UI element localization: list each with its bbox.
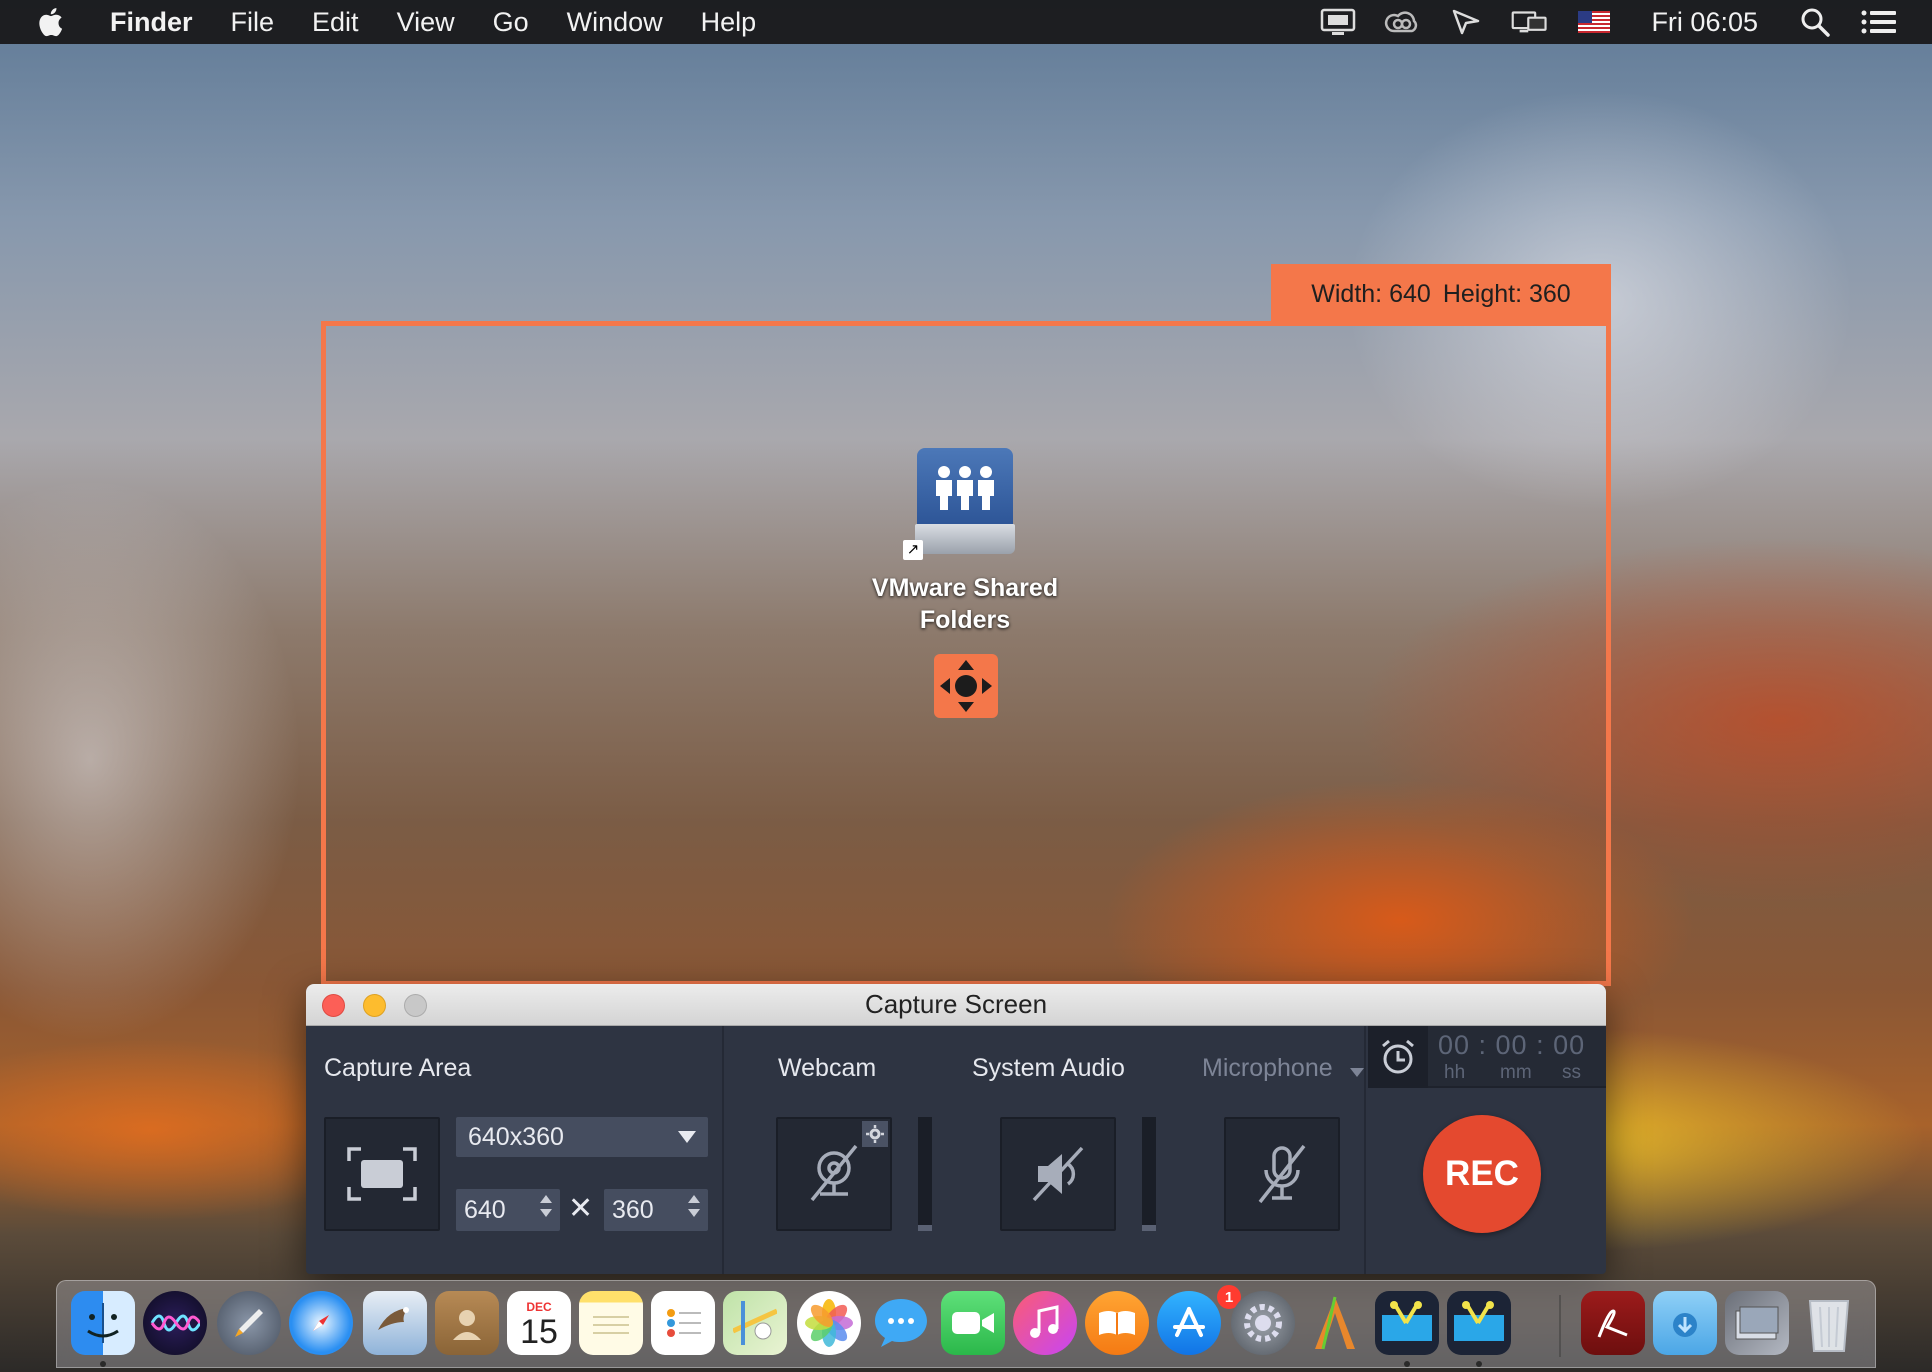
system-preferences-icon[interactable]	[1231, 1291, 1295, 1355]
video-editor-icon[interactable]	[1375, 1291, 1439, 1355]
times-symbol: ✕	[568, 1192, 594, 1225]
menu-help[interactable]: Help	[701, 7, 757, 38]
contacts-icon[interactable]	[435, 1291, 499, 1355]
trash-icon[interactable]	[1797, 1291, 1861, 1355]
calendar-icon[interactable]: DEC 15	[507, 1291, 571, 1355]
maps-icon[interactable]	[723, 1291, 787, 1355]
system-audio-toggle-button[interactable]	[1000, 1117, 1116, 1231]
downloads-folder-icon[interactable]	[1653, 1291, 1717, 1355]
webcam-label: Webcam	[778, 1054, 877, 1082]
window-zoom-button[interactable]	[404, 994, 427, 1017]
width-stepper[interactable]: 640	[456, 1189, 560, 1231]
webcam-settings-gear-icon[interactable]	[862, 1121, 888, 1147]
window-close-button[interactable]	[322, 994, 345, 1017]
timer-display: 00 : 00 : 00 hh mm ss	[1368, 1026, 1606, 1088]
stepper-arrows-icon[interactable]	[688, 1195, 700, 1225]
menu-go[interactable]: Go	[493, 7, 529, 38]
capture-screen-window: Capture Screen Capture Area 640x360 640 …	[306, 984, 1606, 1274]
menu-edit[interactable]: Edit	[312, 7, 359, 38]
rec-button[interactable]: REC	[1423, 1115, 1541, 1233]
webcam-toggle-button[interactable]	[776, 1117, 892, 1231]
app-store-icon[interactable]	[1157, 1291, 1221, 1355]
stack-icon[interactable]	[1447, 7, 1485, 37]
messages-icon[interactable]	[869, 1291, 933, 1355]
calendar-day: 15	[520, 1313, 558, 1351]
menu-window[interactable]: Window	[567, 7, 663, 38]
photos-icon[interactable]	[797, 1291, 861, 1355]
calendar-month: DEC	[526, 1300, 552, 1314]
video-editor-2-running-indicator	[1476, 1361, 1482, 1367]
itunes-icon[interactable]	[1013, 1291, 1077, 1355]
safari-icon[interactable]	[289, 1291, 353, 1355]
timer-unit-seconds: ss	[1562, 1062, 1581, 1083]
height-value: 360	[1528, 279, 1571, 308]
select-area-icon	[347, 1147, 417, 1201]
capture-preset-value: 640x360	[468, 1122, 564, 1151]
capture-preset-select[interactable]: 640x360	[456, 1117, 708, 1157]
window-title: Capture Screen	[864, 989, 1048, 1019]
search-icon[interactable]	[1796, 7, 1834, 37]
menu-bar: Finder File Edit View Go Window Help Fri…	[0, 0, 1932, 44]
ibooks-icon[interactable]	[1085, 1291, 1149, 1355]
alarm-clock-icon	[1382, 1039, 1414, 1074]
screen-share-icon[interactable]	[1511, 7, 1549, 37]
height-stepper[interactable]: 360	[604, 1189, 708, 1231]
height-stepper-value: 360	[612, 1195, 654, 1224]
schedule-timer-button[interactable]	[1368, 1026, 1428, 1088]
display-mirror-icon[interactable]	[1319, 7, 1357, 37]
microphone-label[interactable]: Microphone	[1202, 1054, 1333, 1083]
sources-panel: Webcam System Audio Microphone	[726, 1026, 1366, 1274]
screenshots-stack-icon[interactable]	[1725, 1291, 1789, 1355]
microphone-muted-icon	[1258, 1144, 1306, 1204]
menu-file[interactable]: File	[231, 7, 275, 38]
height-label: Height:	[1442, 279, 1523, 308]
facetime-icon[interactable]	[941, 1291, 1005, 1355]
microphone-level-meter	[1142, 1117, 1156, 1231]
stepper-arrows-icon[interactable]	[540, 1195, 552, 1225]
mail-icon[interactable]	[363, 1291, 427, 1355]
reminders-icon[interactable]	[651, 1291, 715, 1355]
video-editor-2-icon[interactable]	[1447, 1291, 1511, 1355]
timer-digits: 00 : 00 : 00	[1438, 1030, 1586, 1060]
microphone-toggle-button[interactable]	[1224, 1117, 1340, 1231]
video-editor-running-indicator	[1404, 1361, 1410, 1367]
dimension-badge: Width: 640 Height: 360	[1271, 264, 1611, 324]
apple-menu-icon[interactable]	[38, 6, 82, 38]
system-audio-level-meter	[918, 1117, 932, 1231]
launchpad-icon[interactable]	[217, 1291, 281, 1355]
instruments-icon[interactable]	[1303, 1291, 1367, 1355]
capture-area-panel: Capture Area 640x360 640 ✕ 360	[306, 1026, 724, 1274]
menu-view[interactable]: View	[397, 7, 455, 38]
list-icon[interactable]	[1860, 7, 1898, 37]
width-label: Width:	[1311, 279, 1383, 308]
us-flag-icon[interactable]	[1575, 7, 1613, 37]
creative-cloud-icon[interactable]	[1383, 7, 1421, 37]
timer-unit-minutes: mm	[1500, 1062, 1532, 1083]
webcam-off-icon	[810, 1144, 858, 1202]
speaker-muted-icon	[1032, 1146, 1084, 1202]
menu-clock[interactable]: Fri 06:05	[1651, 7, 1758, 38]
record-panel: 00 : 00 : 00 hh mm ss REC	[1368, 1026, 1606, 1274]
dropdown-arrow-icon	[678, 1131, 696, 1143]
width-value: 640	[1389, 279, 1431, 308]
system-audio-label: System Audio	[972, 1054, 1125, 1082]
timer-unit-hours: hh	[1444, 1062, 1466, 1083]
width-stepper-value: 640	[464, 1195, 506, 1224]
window-titlebar[interactable]: Capture Screen	[306, 984, 1606, 1026]
siri-icon[interactable]	[143, 1291, 207, 1355]
capture-area-label: Capture Area	[324, 1054, 472, 1082]
finder-icon[interactable]	[71, 1291, 135, 1355]
finder-running-indicator	[100, 1361, 106, 1367]
pdf-reader-icon[interactable]	[1581, 1291, 1645, 1355]
microphone-dropdown-arrow-icon[interactable]	[1350, 1068, 1364, 1077]
move-handle-icon[interactable]	[934, 654, 998, 718]
dock: DEC 15 1	[56, 1280, 1876, 1368]
notes-icon[interactable]	[579, 1291, 643, 1355]
menu-app-name[interactable]: Finder	[110, 7, 193, 38]
window-minimize-button[interactable]	[363, 994, 386, 1017]
select-area-button[interactable]	[324, 1117, 440, 1231]
dock-separator	[1559, 1295, 1561, 1357]
